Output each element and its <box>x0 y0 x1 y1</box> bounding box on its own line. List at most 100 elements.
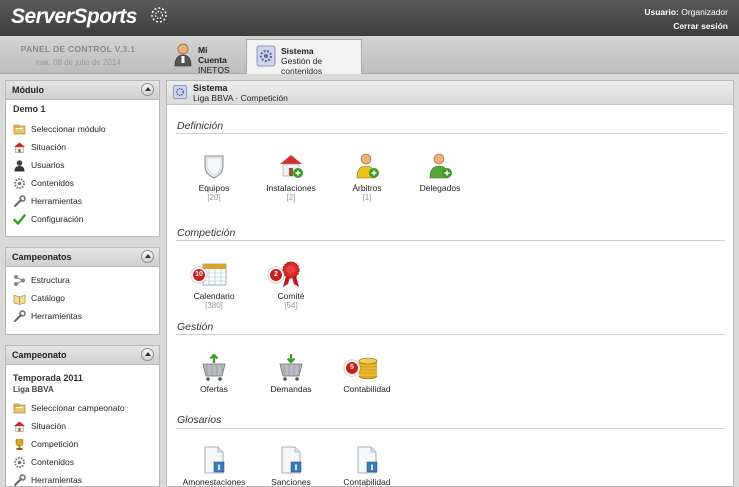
tab-label: Mi Cuenta <box>198 45 227 65</box>
folder-icon <box>13 403 26 413</box>
sidebar-item-usuarios[interactable]: Usuarios <box>13 156 153 174</box>
section-divider <box>176 133 725 134</box>
ribbon-icon: 2 <box>268 259 306 289</box>
section-title-glosarios: Glosarios <box>177 414 222 426</box>
logo-swirl-icon <box>151 7 167 23</box>
item-count: [1] <box>362 193 372 202</box>
main-area: Sistema Liga BBVA · Competición Definici… <box>164 74 739 487</box>
item-amonestaciones[interactable]: Amonestaciones <box>174 445 254 486</box>
item-ofertas[interactable]: Ofertas <box>174 352 254 394</box>
notification-badge: 10 <box>191 267 207 283</box>
collapse-button[interactable] <box>141 348 154 361</box>
sidebar-item-situacion[interactable]: Situación <box>13 417 153 435</box>
collapse-button[interactable] <box>141 250 154 263</box>
item-demandas[interactable]: Demandas <box>251 352 331 394</box>
panel-header: Campeonatos <box>6 248 159 267</box>
sidebar-item-herramientas[interactable]: Herramientas <box>13 192 153 210</box>
logout-link[interactable]: Cerrar sesión <box>644 19 728 33</box>
item-sanciones[interactable]: Sanciones <box>251 445 331 486</box>
app-logo[interactable]: ServerSports <box>11 5 167 29</box>
panel-header: Campeonato <box>6 346 159 365</box>
panel-title: Módulo <box>12 85 44 95</box>
sidebar-item-herramientas[interactable]: Herramientas <box>13 471 153 487</box>
cart-down-icon <box>276 352 306 382</box>
structure-icon <box>14 274 25 286</box>
section-divider <box>176 334 725 335</box>
referee-icon <box>352 151 382 181</box>
content-panel: Sistema Liga BBVA · Competición Definici… <box>166 80 734 487</box>
tab-bar: PANEL DE CONTROL V.3.1 mar, 08 de julio … <box>0 36 739 76</box>
control-panel-info: PANEL DE CONTROL V.3.1 mar, 08 de julio … <box>0 36 156 74</box>
house-icon <box>14 421 25 432</box>
tab-sistema[interactable]: Sistema Gestión de contenidos <box>246 39 362 76</box>
gear-icon <box>14 177 25 189</box>
content-title: Sistema <box>193 83 228 93</box>
check-icon <box>13 213 26 225</box>
wrench-icon <box>14 194 26 207</box>
user-label: Usuario: <box>644 7 679 17</box>
item-comite[interactable]: 2 Comité [54] <box>251 259 331 311</box>
house-icon <box>14 142 25 153</box>
gear-icon <box>173 85 187 99</box>
championship-season: Temporada 2011 <box>13 373 83 383</box>
section-title-competicion: Competición <box>177 227 236 239</box>
panel-campeonato: Campeonato Temporada 2011 Liga BBVA Sele… <box>5 345 160 487</box>
sidebar-item-estructura[interactable]: Estructura <box>13 271 153 289</box>
sidebar-item-competicion[interactable]: Competición <box>13 435 153 453</box>
panel-campeonatos: Campeonatos Estructura Catálogo Herramie… <box>5 247 160 335</box>
item-glosario-contabilidad[interactable]: Contabilidad <box>327 445 407 486</box>
breadcrumb[interactable]: Liga BBVA · Competición <box>193 93 733 103</box>
item-count: [2] <box>286 193 296 202</box>
user-box: Usuario: Organizador Cerrar sesión <box>644 5 728 33</box>
sidebar-item-configuracion[interactable]: Configuración <box>13 210 153 228</box>
wrench-icon <box>14 309 26 322</box>
section-divider <box>176 240 725 241</box>
content-header: Sistema Liga BBVA · Competición <box>167 81 733 105</box>
tab-sublabel: Gestión de contenidos <box>281 56 323 76</box>
sidebar-item-seleccionar-campeonato[interactable]: Seleccionar campeonato <box>13 399 153 417</box>
catalog-icon <box>13 294 26 305</box>
sidebar-item-contenidos[interactable]: Contenidos <box>13 174 153 192</box>
item-count: [20] <box>207 193 221 202</box>
item-calendario[interactable]: 10 Calendario [380] <box>174 259 254 311</box>
panel-modulo: Módulo Demo 1 Seleccionar módulo Situaci… <box>5 80 160 237</box>
item-equipos[interactable]: Equipos [20] <box>174 151 254 203</box>
item-arbitros[interactable]: Árbitros [1] <box>327 151 407 203</box>
top-header: ServerSports Usuario: Organizador Cerrar… <box>0 0 739 36</box>
collapse-button[interactable] <box>141 83 154 96</box>
user-icon <box>14 159 25 171</box>
user-name: Organizador <box>681 7 728 17</box>
item-count: [54] <box>284 301 298 310</box>
cart-up-icon <box>199 352 229 382</box>
user-icon <box>174 43 192 67</box>
control-panel-date: mar, 08 de julio de 2014 <box>35 58 121 67</box>
sidebar-item-catalogo[interactable]: Catálogo <box>13 289 153 307</box>
section-divider <box>176 428 725 429</box>
control-panel-title: PANEL DE CONTROL V.3.1 <box>20 44 136 54</box>
panel-header: Módulo <box>6 81 159 100</box>
sidebar-item-herramientas[interactable]: Herramientas <box>13 307 153 325</box>
wrench-icon <box>14 473 26 486</box>
section-title-definicion: Definición <box>177 120 224 132</box>
folder-icon <box>13 124 26 134</box>
trophy-icon <box>15 438 24 450</box>
item-instalaciones[interactable]: Instalaciones [2] <box>251 151 331 203</box>
notification-badge: 5 <box>344 360 360 376</box>
section-title-gestion: Gestión <box>177 321 214 333</box>
panel-title: Campeonato <box>12 350 67 360</box>
notification-badge: 2 <box>268 267 284 283</box>
document-icon <box>199 445 229 475</box>
sidebar-item-situacion[interactable]: Situación <box>13 138 153 156</box>
item-delegados[interactable]: Delegados <box>400 151 480 193</box>
coins-icon: 5 <box>344 352 382 382</box>
item-contabilidad[interactable]: 5 Contabilidad <box>327 352 407 394</box>
sidebar-item-seleccionar-modulo[interactable]: Seleccionar módulo <box>13 120 153 138</box>
gear-icon <box>14 456 25 468</box>
tab-label: Sistema <box>281 46 314 56</box>
module-context: Demo 1 <box>13 104 46 114</box>
tab-mi-cuenta[interactable]: Mi Cuenta INETQS <box>164 39 244 75</box>
shield-icon <box>199 151 229 181</box>
document-icon <box>352 445 382 475</box>
sidebar-item-contenidos[interactable]: Contenidos <box>13 453 153 471</box>
championship-league: Liga BBVA <box>13 385 54 394</box>
